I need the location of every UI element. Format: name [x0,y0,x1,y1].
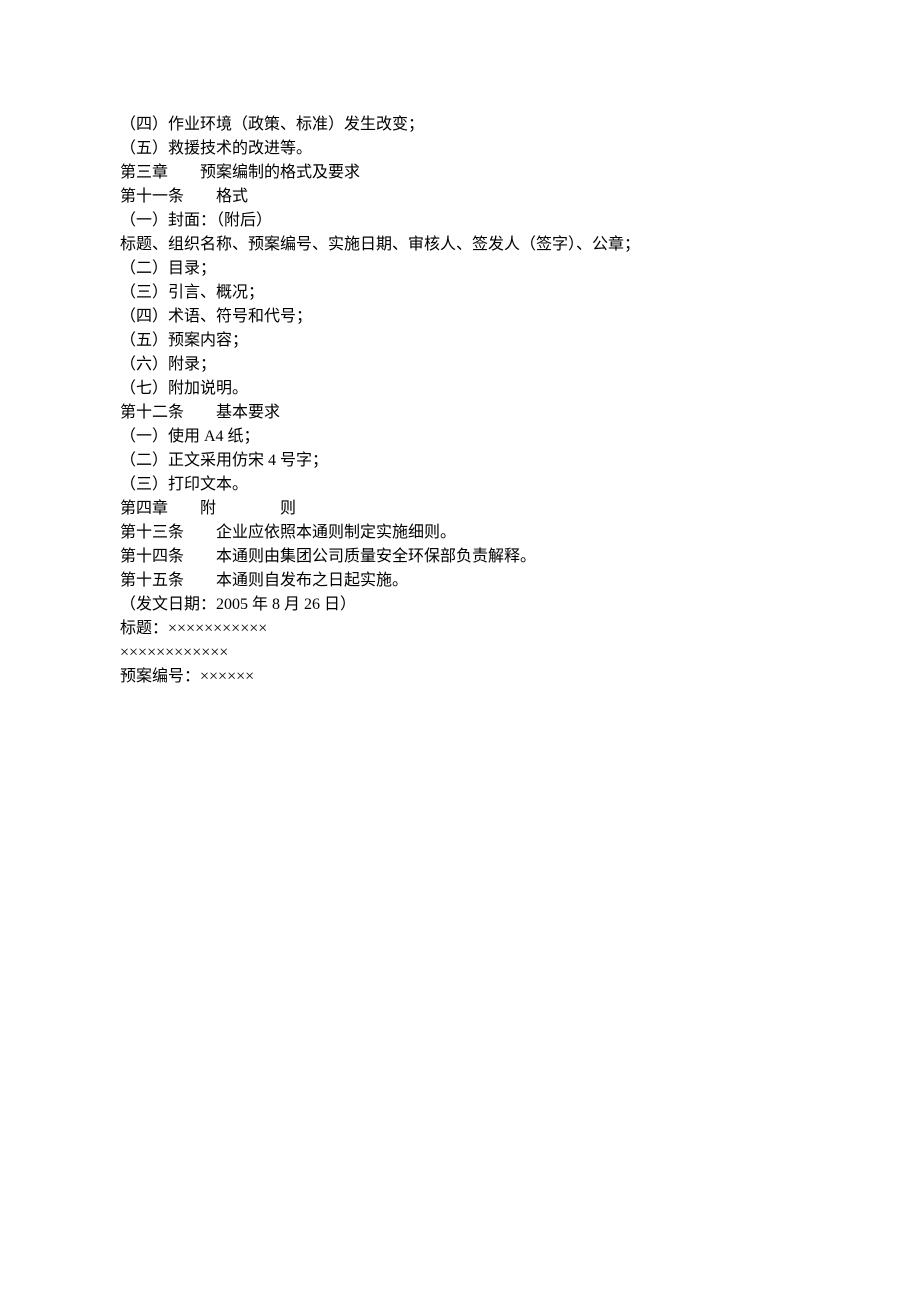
body-line: （四）术语、符号和代号； [120,305,800,329]
body-line: （二）正文采用仿宋 4 号字； [120,449,800,473]
body-line: 第十五条 本通则自发布之日起实施。 [120,569,800,593]
body-line: （三）打印文本。 [120,473,800,497]
body-line: （五）救援技术的改进等。 [120,137,800,161]
body-line: 标题、组织名称、预案编号、实施日期、审核人、签发人（签字）、公章； [120,233,800,257]
body-line: 第十二条 基本要求 [120,401,800,425]
body-line: （一）使用 A4 纸； [120,425,800,449]
document-page: （四）作业环境（政策、标准）发生改变； （五）救援技术的改进等。 第三章 预案编… [0,0,920,1302]
body-line: （五）预案内容； [120,329,800,353]
body-line: 第十四条 本通则由集团公司质量安全环保部负责解释。 [120,545,800,569]
body-line: 预案编号：×××××× [120,665,800,689]
body-line: 第十一条 格式 [120,185,800,209]
body-line: （二）目录； [120,257,800,281]
body-line: 标题：××××××××××× [120,617,800,641]
body-line: （四）作业环境（政策、标准）发生改变； [120,113,800,137]
body-line: ×××××××××××× [120,641,800,665]
body-line: 第十三条 企业应依照本通则制定实施细则。 [120,521,800,545]
body-line: 第三章 预案编制的格式及要求 [120,161,800,185]
body-line: （七）附加说明。 [120,377,800,401]
body-line: （一）封面：（附后） [120,209,800,233]
body-line: （发文日期：2005 年 8 月 26 日） [120,593,800,617]
body-line: （六）附录； [120,353,800,377]
body-line: 第四章 附 则 [120,497,800,521]
body-line: （三）引言、概况； [120,281,800,305]
